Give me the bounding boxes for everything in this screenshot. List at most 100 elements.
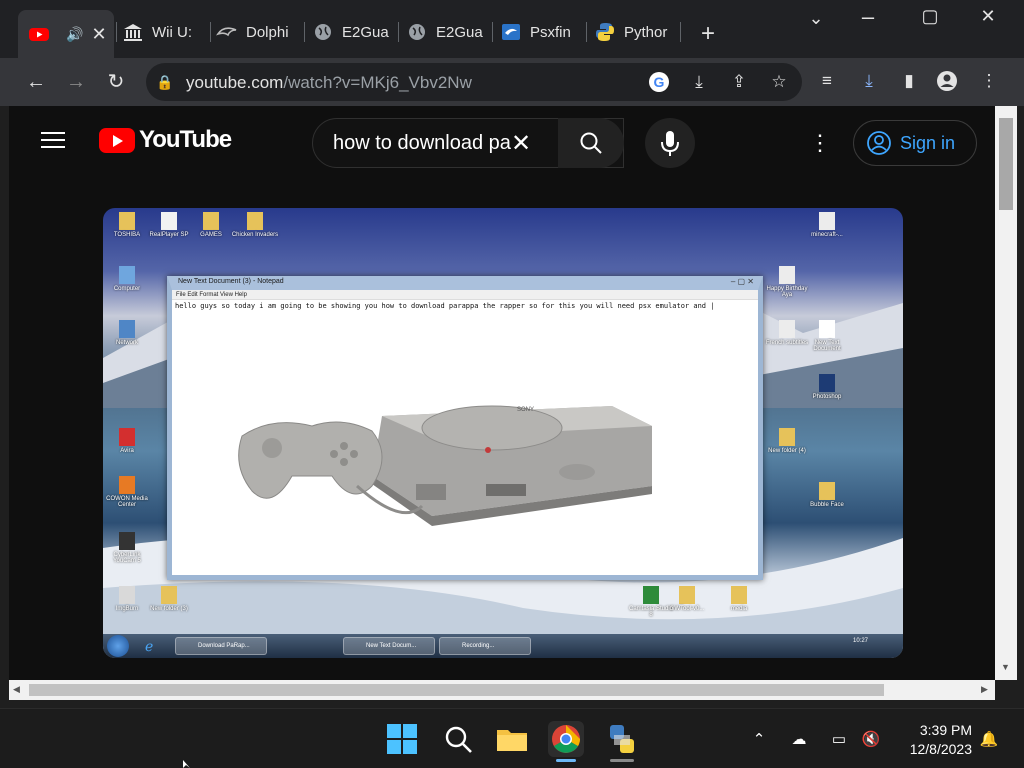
desktop-icon[interactable]: GAMES [187,212,235,238]
playstation-console-image: SONY [238,405,652,526]
tab-dolphin[interactable]: Dolphi [216,14,300,50]
svg-text:G: G [654,74,665,90]
desktop-icon[interactable]: TOSHIBA [103,212,151,238]
tab-python[interactable]: Pythor [594,14,678,50]
desktop-icon[interactable]: COWON Media Center [103,476,151,508]
scroll-down-arrow-icon[interactable]: ▼ [1001,662,1010,672]
desktop-icon[interactable]: ImgBurn [103,586,151,612]
search-button[interactable] [440,721,476,757]
clear-search-icon[interactable]: ✕ [511,129,531,158]
youtube-logo[interactable]: YouTube [99,126,232,154]
reload-button[interactable]: ↻ [102,68,130,96]
settings-kebab-icon[interactable]: ⋮ [809,130,831,156]
tab-e2guardian-2[interactable]: E2Gua [406,14,490,50]
address-bar[interactable]: 🔒 youtube.com/watch?v=MKj6_Vbv2Nw G ⤓ ⇪ … [146,63,802,101]
install-app-icon[interactable]: ⤓ [688,71,710,93]
desktop-icon-label: Photoshop [812,394,842,400]
desktop-icon[interactable]: RealPlayer SP [145,212,193,238]
maximize-button[interactable]: ▢ [910,6,950,27]
profile-icon[interactable] [936,70,958,92]
microphone-icon [661,131,679,156]
video-taskbar-item[interactable]: Download PaRap... [175,637,267,655]
desktop-icon[interactable]: CyberLink YouCam 5 [103,532,151,564]
youtube-wordmark: YouTube [139,126,232,153]
search-button[interactable] [558,118,624,168]
menu-kebab-icon[interactable]: ⋮ [978,70,1000,92]
video-player[interactable]: TOSHIBA RealPlayer SP GAMES Chicken Inva… [103,208,903,658]
browser-toolbar: ← → ↻ 🔒 youtube.com/watch?v=MKj6_Vbv2Nw … [0,58,1024,106]
notepad-text[interactable]: hello guys so today i am going to be sho… [175,302,735,310]
onedrive-cloud-icon[interactable]: ☁ [788,729,810,751]
desktop-icon[interactable]: Chicken Invaders [231,212,279,238]
clock-date: 12/8/2023 [909,741,972,757]
horizontal-scroll-thumb[interactable] [29,684,884,696]
hamburger-menu-icon[interactable] [41,130,65,150]
notepad-menu-bar[interactable]: File Edit Format View Help [172,290,758,300]
desktop-icon-label: Network [115,340,138,346]
media-control-icon[interactable]: ≡ [816,70,838,92]
desktop-icon[interactable]: Bubble Face [803,482,851,508]
screen: 🔊 ✕ Wii U: Dolphi E2Gua E2Gua Psxfin Pyt… [0,0,1024,768]
folder-icon [497,730,527,751]
chrome-taskbar-button[interactable] [548,721,584,757]
search-query[interactable]: how to download pa [333,132,513,155]
desktop-icon[interactable]: Camtasia Studio 8 [627,586,675,618]
desktop-icon[interactable]: media [715,586,763,612]
desktop-icon-label: New folder (4) [768,448,806,454]
vertical-scroll-thumb[interactable] [999,118,1013,210]
tab-wii-u[interactable]: Wii U: [122,14,206,50]
notepad-window[interactable]: New Text Document (3) - Notepad – ▢ ✕ Fi… [167,276,763,580]
notification-bell-icon[interactable]: 🔔 [978,729,1000,751]
lock-icon[interactable]: 🔒 [154,71,176,93]
desktop-icon[interactable]: Computer [103,266,151,292]
video-taskbar-item[interactable]: Recording... [439,637,531,655]
desktop-icon-label: media [730,606,748,612]
desktop-icon[interactable]: Happy Birthday Aya [763,266,811,298]
desktop-icon[interactable]: Photoshop [803,374,851,400]
back-button[interactable]: ← [22,68,50,96]
show-hidden-icons-chevron[interactable]: ⌃ [748,729,770,751]
horizontal-scrollbar[interactable]: ◀ ▶ [9,680,995,700]
download-icon[interactable]: ⤓ [858,70,880,92]
start-button[interactable] [384,721,420,757]
network-icon[interactable]: ▭ [828,729,850,751]
video-taskbar-item[interactable]: New Text Docum... [343,637,435,655]
desktop-icon[interactable]: minecraft-... [803,212,851,238]
vertical-scrollbar[interactable]: ▼ [995,106,1017,680]
sign-in-button[interactable]: Sign in [853,120,977,166]
desktop-icon-label: French subtitles [765,340,809,346]
volume-muted-icon[interactable]: 🔇 [860,729,882,751]
desktop-icon[interactable]: New Text Document [803,320,851,352]
forward-button[interactable]: → [62,68,90,96]
tab-psxfin[interactable]: Psxfin [500,14,584,50]
system-clock[interactable]: 3:39 PM 12/8/2023 [910,721,972,759]
minimize-button[interactable]: – [848,4,888,30]
google-lens-icon[interactable]: G [648,71,670,93]
tab-youtube[interactable]: 🔊 ✕ [18,10,114,58]
url-host: youtube.com [186,73,284,92]
desktop-icon[interactable]: Avira [103,428,151,454]
desktop-icon[interactable]: Network [103,320,151,346]
ie-icon[interactable]: ℯ [145,638,161,654]
bookmark-star-icon[interactable]: ☆ [768,71,790,93]
scroll-left-arrow-icon[interactable]: ◀ [13,684,20,695]
new-tab-button[interactable]: + [688,20,728,48]
python-taskbar-button[interactable] [604,721,640,757]
speaker-icon[interactable]: 🔊 [66,26,83,43]
close-window-button[interactable]: ✕ [968,6,1008,27]
tab-e2guardian-1[interactable]: E2Gua [312,14,396,50]
notepad-window-controls[interactable]: – ▢ ✕ [731,277,754,286]
side-panel-icon[interactable]: ▮ [898,70,920,92]
desktop-icon[interactable]: New folder (3) [145,586,193,612]
close-icon[interactable]: ✕ [91,24,106,45]
windows7-start-icon[interactable] [107,635,129,657]
python-icon [610,725,634,753]
tab-search-chevron-icon[interactable]: ⌄ [796,8,836,29]
desktop-icon-label: Bubble Face [810,502,844,508]
voice-search-button[interactable] [645,118,695,168]
share-icon[interactable]: ⇪ [728,71,750,93]
desktop-icon-label: New Text Document [813,340,841,352]
file-explorer-button[interactable] [494,721,530,757]
desktop-icon[interactable]: New folder (4) [763,428,811,454]
scroll-right-arrow-icon[interactable]: ▶ [981,684,988,695]
